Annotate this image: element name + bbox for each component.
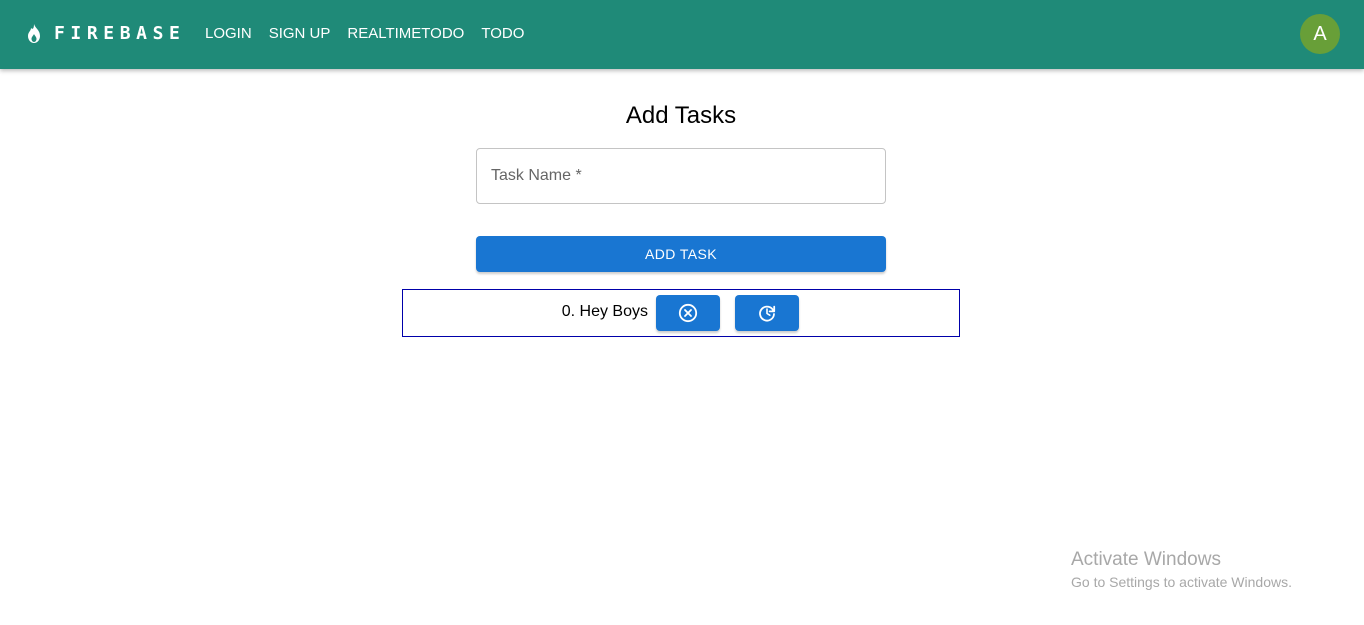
- nav-realtimetodo[interactable]: REALTIMETODO: [347, 24, 464, 44]
- task-name-field[interactable]: Task Name *: [476, 148, 886, 204]
- brand[interactable]: FIREBASE: [25, 21, 186, 47]
- task-title: Hey Boys: [579, 303, 648, 320]
- watermark-subtitle: Go to Settings to activate Windows.: [1071, 574, 1292, 590]
- task-item: 0. Hey Boys: [403, 290, 959, 336]
- add-task-button[interactable]: ADD TASK: [476, 236, 886, 272]
- update-task-button[interactable]: [735, 295, 799, 331]
- watermark-title: Activate Windows: [1071, 549, 1221, 570]
- task-text: 0. Hey Boys: [558, 303, 648, 321]
- nav-todo[interactable]: TODO: [481, 24, 524, 44]
- user-avatar[interactable]: A: [1300, 14, 1340, 54]
- cancel-circle-icon: [678, 303, 698, 323]
- app-bar: FIREBASE LOGIN SIGN UP REALTIMETODO TODO…: [0, 0, 1364, 69]
- task-name-label: Task Name *: [491, 167, 582, 184]
- page-title: Add Tasks: [625, 102, 737, 129]
- delete-task-button[interactable]: [656, 295, 720, 331]
- nav-sign-up[interactable]: SIGN UP: [269, 24, 331, 44]
- activation-watermark: Activate Windows Go to Settings to activ…: [1071, 548, 1292, 592]
- brand-name: FIREBASE: [54, 23, 186, 44]
- nav-login[interactable]: LOGIN: [205, 24, 252, 44]
- main-nav: LOGIN SIGN UP REALTIMETODO TODO: [205, 24, 541, 44]
- task-list: 0. Hey Boys: [402, 289, 960, 337]
- flame-icon: [25, 23, 43, 45]
- update-clock-icon: [757, 303, 777, 323]
- task-index: 0.: [561, 303, 576, 320]
